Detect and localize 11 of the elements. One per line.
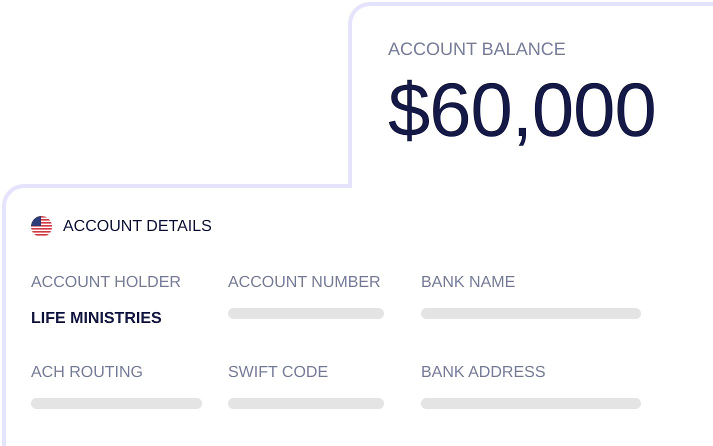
field-label: ACCOUNT HOLDER bbox=[31, 273, 182, 293]
details-title: ACCOUNT DETAILS bbox=[63, 216, 212, 236]
field-label: ACH ROUTING bbox=[31, 363, 144, 383]
balance-label: ACCOUNT BALANCE bbox=[388, 38, 567, 60]
field-label: SWIFT CODE bbox=[228, 363, 330, 383]
field-label: BANK ADDRESS bbox=[421, 363, 546, 383]
field-label: ACCOUNT NUMBER bbox=[228, 273, 382, 293]
balance-amount: $60,000 bbox=[388, 67, 657, 155]
field-label: BANK NAME bbox=[421, 273, 516, 293]
field-value: LIFE MINISTRIES bbox=[31, 309, 163, 329]
flag-icon bbox=[31, 216, 52, 237]
